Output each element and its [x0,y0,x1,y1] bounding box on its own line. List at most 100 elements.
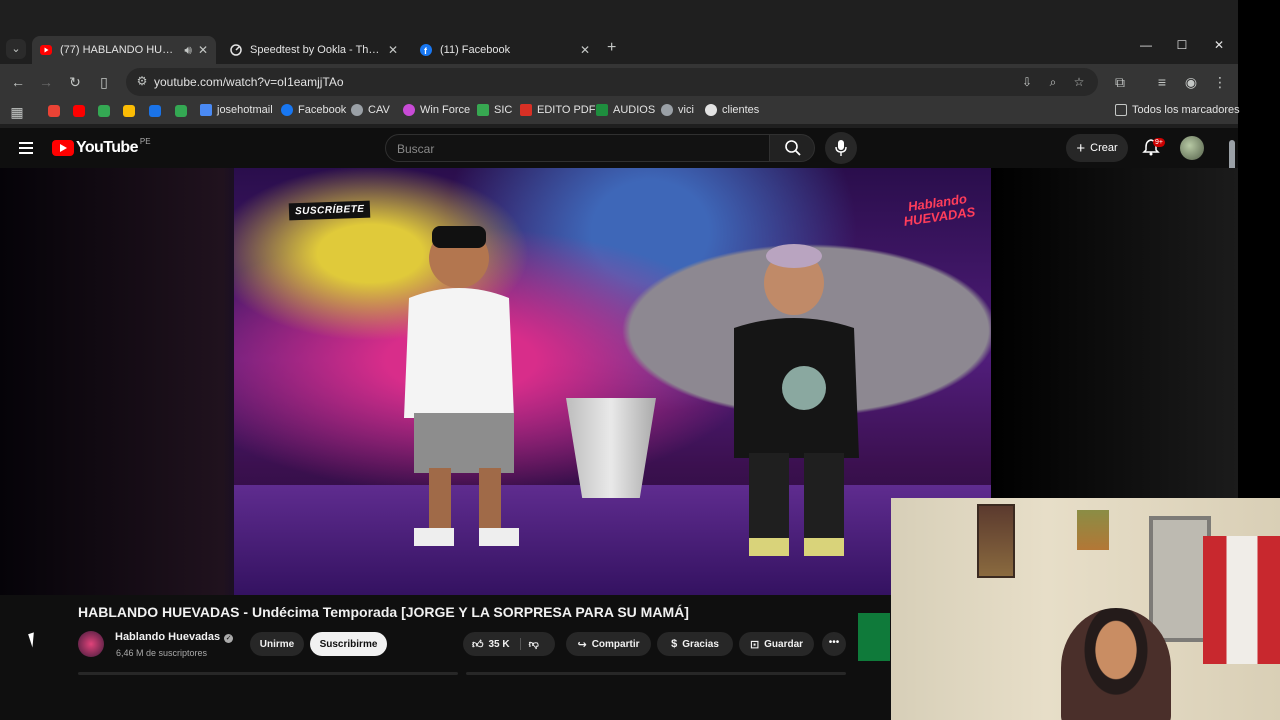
youtube-header: YouTube PE Buscar + Crear 9+ [0,128,1238,168]
voice-search-button[interactable] [825,132,857,164]
youtube-icon [40,44,52,56]
notification-badge: 9+ [1153,138,1165,147]
install-app-icon[interactable]: ⇩ [1019,74,1035,90]
bookmark-star-icon[interactable]: ☆ [1071,74,1087,90]
bookmark-win-force[interactable]: Win Force [403,104,470,116]
maximize-icon[interactable]: ☐ [1172,38,1192,52]
more-actions-icon[interactable]: ••• [822,632,846,656]
comments-box-edge [466,672,846,675]
share-button[interactable]: ↪ Compartir [566,632,651,656]
apps-grid-icon[interactable]: ▦ [8,103,26,121]
browser-toolbar: ← → ↻ ▯ ⚙︎ youtube.com/watch?v=oI1eamjjT… [0,64,1238,100]
speedtest-icon [230,44,242,56]
profile-icon[interactable]: ◉ [1182,73,1200,91]
tab-speedtest[interactable]: Speedtest by Ookla - The Global ✕ [222,36,406,64]
account-avatar[interactable] [1180,136,1204,160]
menu-icon[interactable]: ⋮ [1211,73,1229,91]
new-tab-icon[interactable]: + [607,39,616,57]
extensions-icon[interactable]: ⧉ [1111,73,1129,91]
speaker-icon[interactable]: 🔊︎ [184,43,192,58]
bookmark-icon: ⊡ [749,638,760,651]
site-info-icon[interactable]: ⚙︎ [134,74,150,90]
reload-icon[interactable]: ↻ [66,73,84,91]
create-button[interactable]: + Crear [1066,134,1128,162]
plus-icon: + [1076,139,1086,157]
close-tab-icon[interactable]: ✕ [580,43,590,57]
like-dislike-group: 👍︎ 35 K 👎︎ [463,632,555,656]
bookmark-facebook[interactable]: Facebook [281,104,346,116]
tab-search-icon[interactable]: ⌄ [6,39,26,59]
video-player[interactable]: SUSCRÍBETE Hablando HUEVADAS [234,168,991,595]
media-control-icon[interactable]: ≡ [1153,73,1171,91]
video-show-logo: Hablando HUEVADAS [902,191,977,229]
bookmark-icon[interactable] [73,105,85,117]
bookmark-audios[interactable]: AUDIOS [596,104,655,116]
bookmark-edito-pdf[interactable]: EDITO PDF [520,104,595,116]
tab-strip: ⌄ (77) HABLANDO HUEVADAS 🔊︎ ✕ Speedtest … [0,34,1238,64]
channel-avatar[interactable] [78,631,104,657]
url-text: youtube.com/watch?v=oI1eamjjTAo [154,75,344,89]
subscriber-count: 6,46 M de suscriptores [116,648,208,658]
video-host-right [734,244,859,556]
webcam-overlay [891,498,1280,720]
tab-title: (11) Facebook [440,44,511,56]
video-subscribe-tag: SUSCRÍBETE [288,200,371,221]
video-stage-floor [234,485,991,595]
save-button[interactable]: ⊡ Guardar [739,632,814,656]
like-count[interactable]: 35 K [489,639,510,650]
forward-icon[interactable]: → [37,73,55,91]
bookmark-clientes[interactable]: clientes [705,104,759,116]
zoom-icon[interactable]: ⌕ [1045,74,1061,90]
youtube-logo[interactable]: YouTube PE [52,137,151,157]
bookmark-vici[interactable]: vici [661,104,694,116]
bookmark-sic[interactable]: SIC [477,104,512,116]
all-bookmarks-folder[interactable]: Todos los marcadores [1115,104,1240,116]
description-box-edge [78,672,458,675]
menu-icon[interactable] [19,142,33,154]
microphone-icon [835,140,847,156]
video-title: HABLANDO HUEVADAS - Undécima Temporada [… [78,604,689,620]
search-button[interactable] [769,134,815,162]
back-icon[interactable]: ← [9,73,27,91]
tab-facebook[interactable]: f (11) Facebook ✕ [412,36,598,64]
thanks-button[interactable]: $ Gracias [657,632,733,656]
tab-title: (77) HABLANDO HUEVADAS [60,44,180,56]
join-button[interactable]: Unirme [250,632,304,656]
verified-icon: ✓ [224,634,234,643]
webcam-mirror [1149,516,1211,642]
minimize-icon[interactable]: — [1136,38,1156,52]
share-icon: ↪ [577,638,587,651]
tab-youtube[interactable]: (77) HABLANDO HUEVADAS 🔊︎ ✕ [32,36,216,64]
close-window-icon[interactable]: ✕ [1209,38,1229,52]
like-icon[interactable]: 👍︎ [472,638,484,651]
channel-name[interactable]: Hablando Huevadas ✓ [115,631,234,643]
split-view-icon[interactable]: ▯ [95,73,113,91]
bookmarks-bar: ▦ josehotmail Facebook CAV Win Force SIC… [0,100,1240,124]
close-tab-icon[interactable]: ✕ [198,43,208,57]
dislike-icon[interactable]: 👎︎ [519,638,539,650]
facebook-icon: f [420,44,432,56]
bookmark-icon[interactable] [149,105,161,117]
close-tab-icon[interactable]: ✕ [388,43,398,57]
youtube-play-icon [52,140,74,156]
bookmark-icon[interactable] [175,105,187,117]
bookmark-josehotmail[interactable]: josehotmail [200,104,273,116]
bookmark-icon[interactable] [98,105,110,117]
webcam-peru-flag [1203,536,1280,664]
browser-window: ⌄ (77) HABLANDO HUEVADAS 🔊︎ ✕ Speedtest … [0,0,1240,128]
search-icon [785,140,801,156]
bookmark-cav[interactable]: CAV [351,104,390,116]
address-bar[interactable]: ⚙︎ youtube.com/watch?v=oI1eamjjTAo ⇩ ⌕ ☆ [126,68,1098,96]
webcam-wall-picture [977,504,1015,578]
folder-icon [1115,104,1127,116]
search-input[interactable]: Buscar [385,134,770,162]
video-table [566,398,656,498]
thanks-icon: $ [671,638,678,650]
webcam-person [1061,608,1171,720]
bookmark-icon[interactable] [48,105,60,117]
bookmark-icon[interactable] [123,105,135,117]
video-host-left [404,226,519,546]
subscribe-button[interactable]: Suscribirme [310,632,387,656]
webcam-wall-picture [1077,510,1109,550]
side-panel-edge [858,613,890,661]
